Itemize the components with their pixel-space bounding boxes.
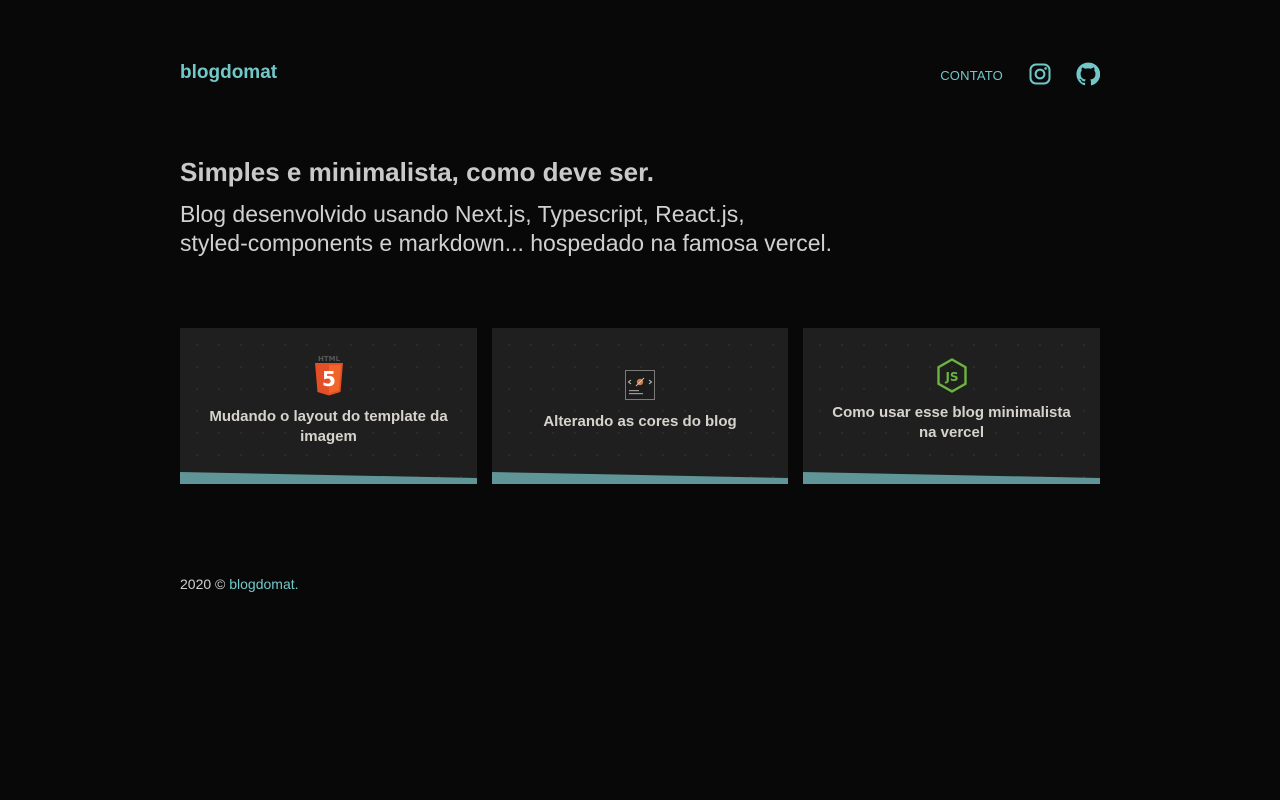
post-title-line-2: na vercel (918, 424, 985, 441)
hero-description-line-2: styled-components e markdown... hospedad… (180, 230, 833, 256)
card-stripe (180, 472, 477, 484)
html5-icon: HTML 5 (314, 354, 344, 396)
post-title-line-1: Mudando o layout do template da (209, 408, 448, 425)
site-logo[interactable]: blogdomat (180, 62, 277, 84)
card-stripe (803, 472, 1100, 484)
hero-title: Simples e minimalista, como deve ser. (180, 157, 654, 187)
post-title: Alterando as cores do blog (512, 412, 768, 432)
site-header: blogdomat CONTATO (180, 58, 1100, 90)
nodejs-icon: JS (936, 358, 968, 393)
styled-components-icon (625, 370, 655, 400)
html5-icon-label: HTML (317, 355, 340, 363)
hero-description: Blog desenvolvido usando Next.js, Typesc… (180, 200, 940, 258)
header-nav: CONTATO (940, 58, 1100, 90)
hero-description-line-1: Blog desenvolvido usando Next.js, Typesc… (180, 201, 745, 227)
post-title: Como usar esse blog minimalista na verce… (823, 403, 1080, 443)
post-list: HTML 5 Mudando o layout do template da i… (180, 328, 1100, 484)
post-card[interactable]: JS Como usar esse blog minimalista na ve… (803, 328, 1100, 484)
footer-copyright: 2020 © (180, 576, 226, 592)
post-title-line-2: imagem (300, 428, 357, 445)
site-footer: 2020 © blogdomat. (180, 576, 299, 592)
post-card[interactable]: HTML 5 Mudando o layout do template da i… (180, 328, 477, 484)
nodejs-icon-glyph: JS (944, 370, 958, 384)
post-card[interactable]: Alterando as cores do blog (492, 328, 788, 484)
footer-brand-link[interactable]: blogdomat. (229, 576, 298, 592)
contact-link[interactable]: CONTATO (940, 68, 1003, 83)
post-title: Mudando o layout do template da imagem (200, 407, 457, 447)
post-title-line-1: Como usar esse blog minimalista (832, 404, 1071, 421)
post-title-line-1: Alterando as cores do blog (543, 413, 737, 430)
instagram-icon[interactable] (1028, 62, 1052, 86)
card-stripe (492, 472, 788, 484)
github-icon[interactable] (1076, 62, 1100, 86)
html5-icon-glyph: 5 (322, 367, 336, 391)
